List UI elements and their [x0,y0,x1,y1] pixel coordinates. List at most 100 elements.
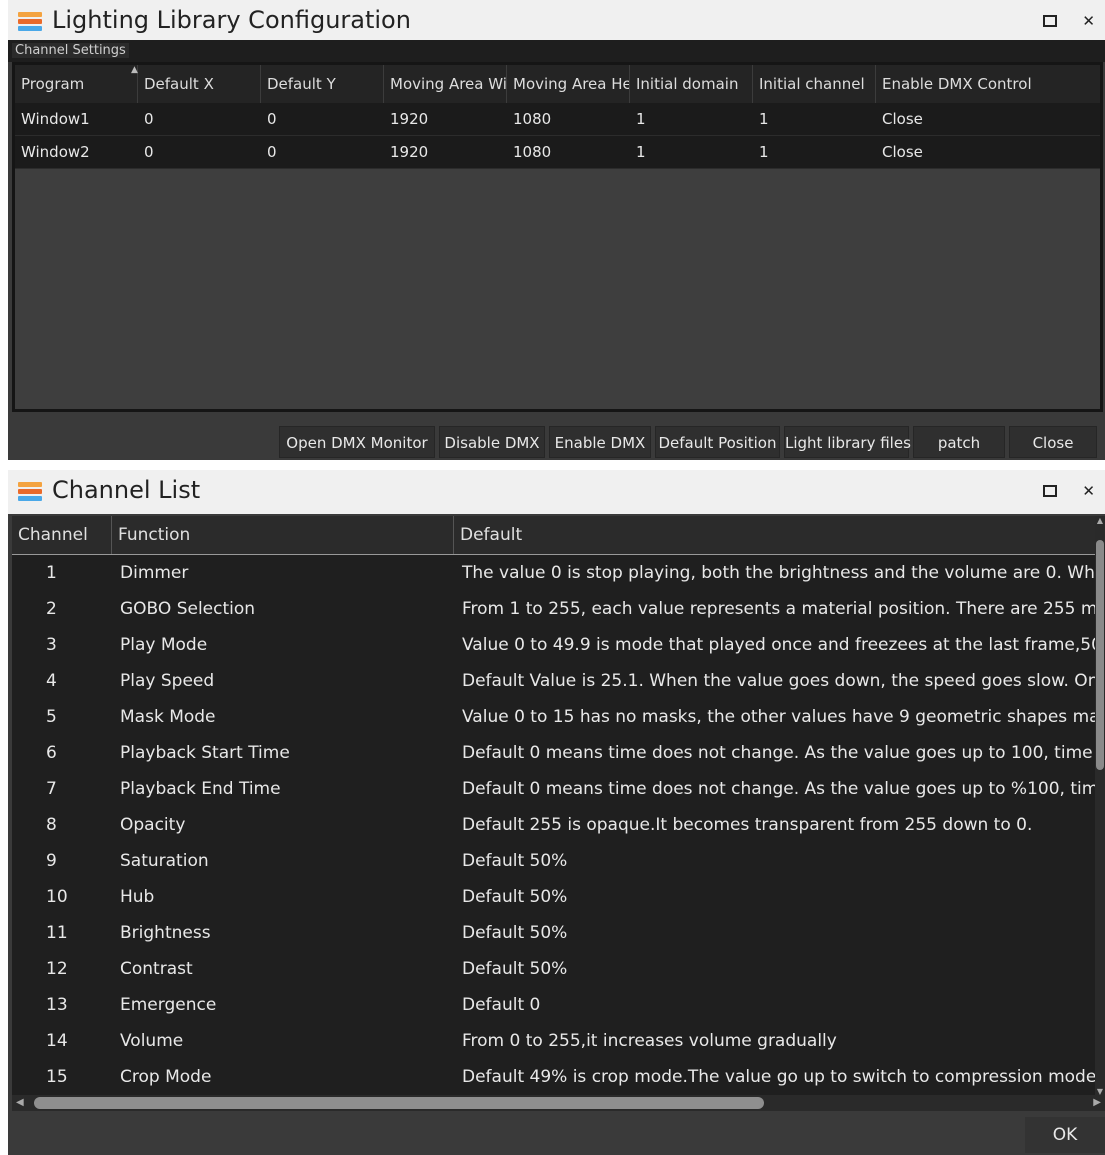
channel-number: 7 [46,779,57,799]
close-icon[interactable]: ✕ [1082,13,1095,29]
column-header[interactable]: Default [454,516,1104,554]
action-button-0[interactable]: Open DMX Monitor [279,426,435,458]
app-icon [18,12,42,32]
table-cell: 0 [267,143,277,161]
table-cell: 1920 [390,143,429,161]
channel-number: 2 [46,599,57,619]
function-name: Crop Mode [120,1067,212,1087]
scroll-thumb[interactable] [34,1097,764,1109]
default-description: Default 0 means time does not change. As… [462,779,1095,799]
table-cell: 1920 [390,110,429,128]
table-cell: 0 [144,143,154,161]
table-cell: 1 [759,143,769,161]
list-item[interactable]: 9 Saturation Default 50% [12,843,1095,879]
default-description: Default 50% [462,959,568,979]
horizontal-scrollbar[interactable]: ◀ ▶ [12,1095,1105,1111]
function-name: Play Mode [120,635,208,655]
default-description: Value 0 to 49.9 is mode that played once… [462,635,1095,655]
tab-channel-settings[interactable]: Channel Settings [12,43,129,58]
channel-number: 10 [46,887,68,907]
column-header[interactable]: Default X [138,65,261,103]
channel-number: 5 [46,707,57,727]
column-header[interactable]: Initial domain [630,65,753,103]
scroll-left-icon[interactable]: ◀ [16,1095,24,1111]
title-bar[interactable]: Lighting Library Configuration max ✕ [8,0,1105,44]
function-name: Emergence [120,995,217,1015]
scroll-thumb[interactable] [1096,540,1104,770]
column-header[interactable]: Moving Area Wi [384,65,507,103]
table-cell: 1 [759,110,769,128]
action-button-6[interactable]: Close [1009,426,1097,458]
default-description: Default 0 means time does not change. As… [462,743,1095,763]
sort-ascending-icon: ▲ [131,65,138,75]
close-icon[interactable]: ✕ [1082,483,1095,499]
column-header[interactable]: Program [15,65,138,103]
column-header[interactable]: Initial channel [753,65,876,103]
table-header: Channel Function Default [12,516,1104,555]
list-item[interactable]: 2 GOBO Selection From 1 to 255, each value… [12,591,1095,627]
list-item[interactable]: 7 Playback End Time Default 0 means time d… [12,771,1095,807]
list-item[interactable]: 4 Play Speed Default Value is 25.1. When t… [12,663,1095,699]
window-title: Lighting Library Configuration [52,6,411,34]
scroll-right-icon[interactable]: ▶ [1093,1095,1101,1111]
action-button-2[interactable]: Enable DMX [549,426,651,458]
channel-table: 1 Dimmer The value 0 is stop playing, both… [12,555,1095,1095]
channel-number: 6 [46,743,57,763]
column-header[interactable]: Channel [12,516,112,554]
default-description: Default 50% [462,923,568,943]
list-item[interactable]: 5 Mask Mode Value 0 to 15 has no masks, th… [12,699,1095,735]
list-item[interactable]: 1 Dimmer The value 0 is stop playing, both… [12,555,1095,591]
lighting-library-window: Lighting Library Configuration max ✕ Cha… [8,0,1105,460]
column-header[interactable]: Moving Area He [507,65,630,103]
table-cell: 1080 [513,143,552,161]
list-item[interactable]: 8 Opacity Default 255 is opaque.It becomes… [12,807,1095,843]
table-cell: Window1 [21,110,90,128]
table-cell: Close [882,110,923,128]
list-item[interactable]: 11 Brightness Default 50% [12,915,1095,951]
column-header[interactable]: Enable DMX Control [876,65,1105,103]
action-button-1[interactable]: Disable DMX [439,426,545,458]
default-description: Default 49% is crop mode.The value go up… [462,1067,1095,1087]
function-name: Volume [120,1031,184,1051]
default-description: Default Value is 25.1. When the value go… [462,671,1095,691]
scroll-up-icon[interactable]: ▲ [1095,516,1105,525]
default-description: From 0 to 255,it increases volume gradua… [462,1031,837,1051]
table-row[interactable]: Window1 0 0 1920 1080 1 1 Close [15,103,1100,136]
channel-list-window: Channel List max ✕ ChannelFunctionDefaul… [8,470,1105,1155]
function-name: Playback Start Time [120,743,290,763]
maximize-icon[interactable]: max [1043,15,1057,27]
list-item[interactable]: 6 Playback Start Time Default 0 means time… [12,735,1095,771]
table-cell: 0 [267,110,277,128]
channel-number: 15 [46,1067,68,1087]
column-header[interactable]: Function [112,516,454,554]
action-bar: Open DMX Monitor Disable DMX Enable DMX Def… [8,422,1105,460]
table-cell: Close [882,143,923,161]
list-item[interactable]: 15 Crop Mode Default 49% is crop mode.The … [12,1059,1095,1095]
maximize-icon[interactable]: max [1043,485,1057,497]
table-header: Program Default X Default Y Moving Area Wi M… [15,65,1100,104]
list-item[interactable]: 3 Play Mode Value 0 to 49.9 is mode that p… [12,627,1095,663]
function-name: GOBO Selection [120,599,256,619]
table-row[interactable]: Window2 0 0 1920 1080 1 1 Close [15,136,1100,169]
table-cell: 1080 [513,110,552,128]
action-button-5[interactable]: patch [913,426,1005,458]
vertical-scrollbar[interactable]: ▲ ▼ [1095,516,1105,1096]
action-button-4[interactable]: Light library files [784,426,911,458]
channel-number: 8 [46,815,57,835]
title-bar[interactable]: Channel List max ✕ [8,470,1105,514]
action-button-3[interactable]: Default Position [655,426,780,458]
default-description: Default 50% [462,851,568,871]
list-item[interactable]: 13 Emergence Default 0 [12,987,1095,1023]
table-cell: Window2 [21,143,90,161]
list-item[interactable]: 14 Volume From 0 to 255,it increases volum… [12,1023,1095,1059]
ok-button[interactable]: OK [1025,1117,1105,1153]
channel-number: 9 [46,851,57,871]
channel-number: 3 [46,635,57,655]
function-name: Contrast [120,959,193,979]
column-header[interactable]: Default Y [261,65,384,103]
channel-number: 4 [46,671,57,691]
channel-number: 13 [46,995,68,1015]
list-item[interactable]: 12 Contrast Default 50% [12,951,1095,987]
table-cell: 1 [636,143,646,161]
list-item[interactable]: 10 Hub Default 50% [12,879,1095,915]
